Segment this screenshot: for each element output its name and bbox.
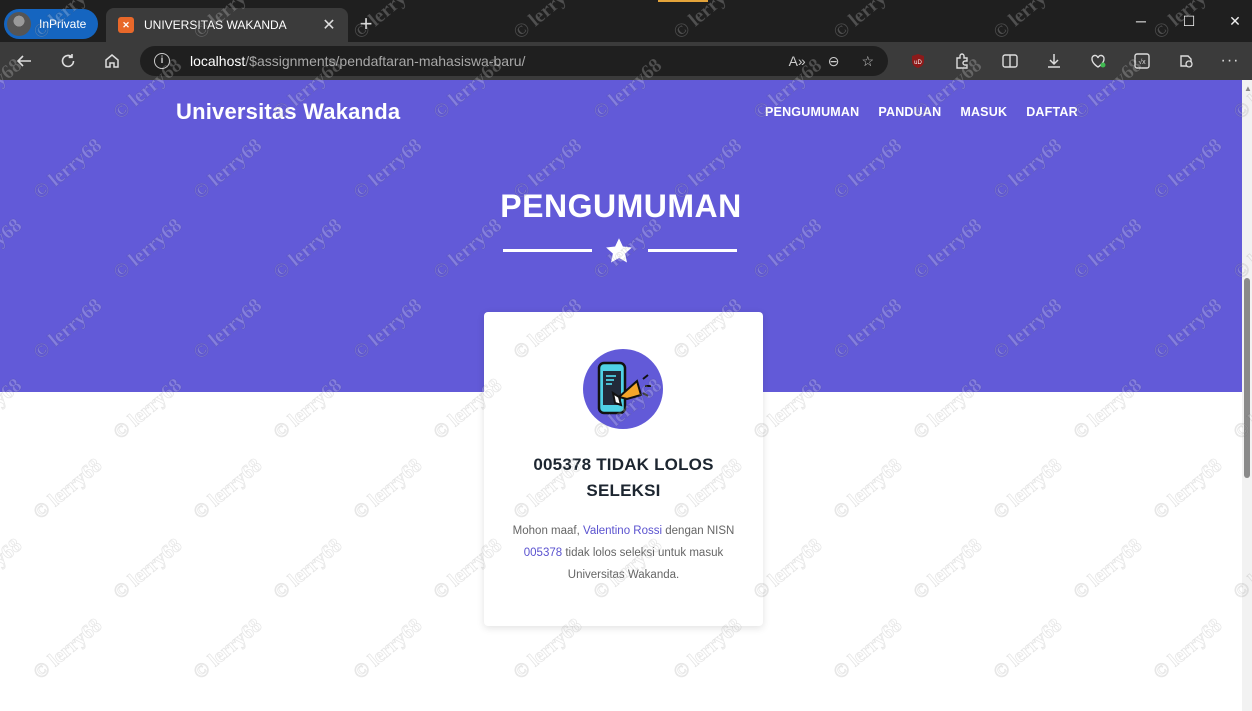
window-close-icon[interactable]: ✕ — [1222, 10, 1248, 32]
svg-text:√x: √x — [1138, 58, 1146, 66]
split-screen-icon[interactable] — [996, 48, 1024, 74]
announcement-card: 005378 TIDAK LOLOS SELEKSI Mohon maaf, V… — [484, 312, 763, 626]
browser-toolbar: i localhost/$assignments/pendaftaran-mah… — [0, 42, 1252, 80]
inprivate-button[interactable]: InPrivate — [4, 9, 99, 39]
nav-item-masuk[interactable]: MASUK — [960, 105, 1007, 119]
math-solver-icon[interactable]: √x — [1128, 48, 1156, 74]
announcement-icon-badge — [583, 349, 663, 429]
ublock-extension-icon[interactable]: uD — [904, 48, 932, 74]
maximize-icon[interactable]: ☐ — [1176, 10, 1202, 32]
downloads-icon[interactable] — [1040, 48, 1068, 74]
home-icon[interactable] — [98, 48, 126, 74]
address-bar[interactable]: i localhost/$assignments/pendaftaran-mah… — [140, 46, 888, 76]
web-page: Universitas Wakanda PENGUMUMAN PANDUAN M… — [0, 80, 1242, 711]
tab-close-icon[interactable]: ✕ — [320, 15, 338, 35]
site-info-icon[interactable]: i — [154, 53, 170, 69]
scrollbar-thumb[interactable] — [1244, 278, 1250, 478]
minimize-icon[interactable]: ─ — [1128, 10, 1154, 32]
scroll-up-icon[interactable]: ▲ — [1244, 84, 1252, 93]
url-host: localhost — [190, 53, 246, 69]
phone-megaphone-icon — [597, 361, 651, 415]
profile-avatar-icon — [7, 12, 31, 36]
main-nav: PENGUMUMAN PANDUAN MASUK DAFTAR — [765, 105, 1078, 119]
announcement-body: Mohon maaf, Valentino Rossi dengan NISN … — [502, 520, 745, 586]
zoom-out-icon[interactable]: ⊖ — [828, 53, 840, 70]
divider-line-right — [648, 249, 737, 252]
body-text-1: Mohon maaf, — [512, 525, 583, 537]
copilot-icon[interactable] — [1172, 48, 1200, 74]
page-title: PENGUMUMAN — [500, 188, 742, 224]
extensions-icon[interactable] — [948, 48, 976, 74]
student-name: Valentino Rossi — [583, 525, 663, 537]
back-icon[interactable] — [10, 48, 38, 74]
favorite-star-icon[interactable]: ☆ — [861, 53, 874, 70]
xampp-favicon-icon: ✕ — [118, 17, 134, 33]
browser-tab[interactable]: ✕ UNIVERSITAS WAKANDA ✕ — [106, 8, 348, 42]
more-menu-icon[interactable]: ··· — [1216, 48, 1244, 74]
read-aloud-icon[interactable]: A» — [789, 53, 806, 70]
page-scrollbar[interactable]: ▲ — [1242, 80, 1252, 711]
title-divider — [503, 236, 737, 266]
body-text-2: dengan NISN — [662, 525, 735, 537]
new-tab-icon[interactable]: + — [354, 12, 378, 36]
divider-line-left — [503, 249, 592, 252]
tab-title: UNIVERSITAS WAKANDA — [144, 18, 287, 32]
announcement-title: 005378 TIDAK LOLOS SELEKSI — [504, 452, 743, 504]
refresh-icon[interactable] — [54, 48, 82, 74]
browser-essentials-icon[interactable] — [1084, 48, 1112, 74]
nav-item-panduan[interactable]: PANDUAN — [878, 105, 941, 119]
accent-strip — [658, 0, 708, 2]
browser-titlebar: InPrivate ✕ UNIVERSITAS WAKANDA ✕ + ─ ☐ … — [0, 0, 1252, 42]
svg-text:uD: uD — [914, 60, 922, 66]
student-nisn: 005378 — [523, 547, 563, 559]
url-path: /$assignments/pendaftaran-mahasiswa-baru… — [245, 53, 526, 69]
nav-item-pengumuman[interactable]: PENGUMUMAN — [765, 105, 859, 119]
star-icon — [606, 238, 632, 263]
announcement-title-line1: 005378 TIDAK LOLOS — [533, 455, 714, 474]
site-brand[interactable]: Universitas Wakanda — [176, 99, 400, 125]
body-text-3: tidak lolos seleksi untuk masuk — [562, 547, 724, 559]
nav-item-daftar[interactable]: DAFTAR — [1026, 105, 1078, 119]
inprivate-label: InPrivate — [39, 17, 87, 31]
body-text-4: Universitas Wakanda. — [567, 569, 680, 581]
announcement-title-line2: SELEKSI — [586, 481, 661, 500]
